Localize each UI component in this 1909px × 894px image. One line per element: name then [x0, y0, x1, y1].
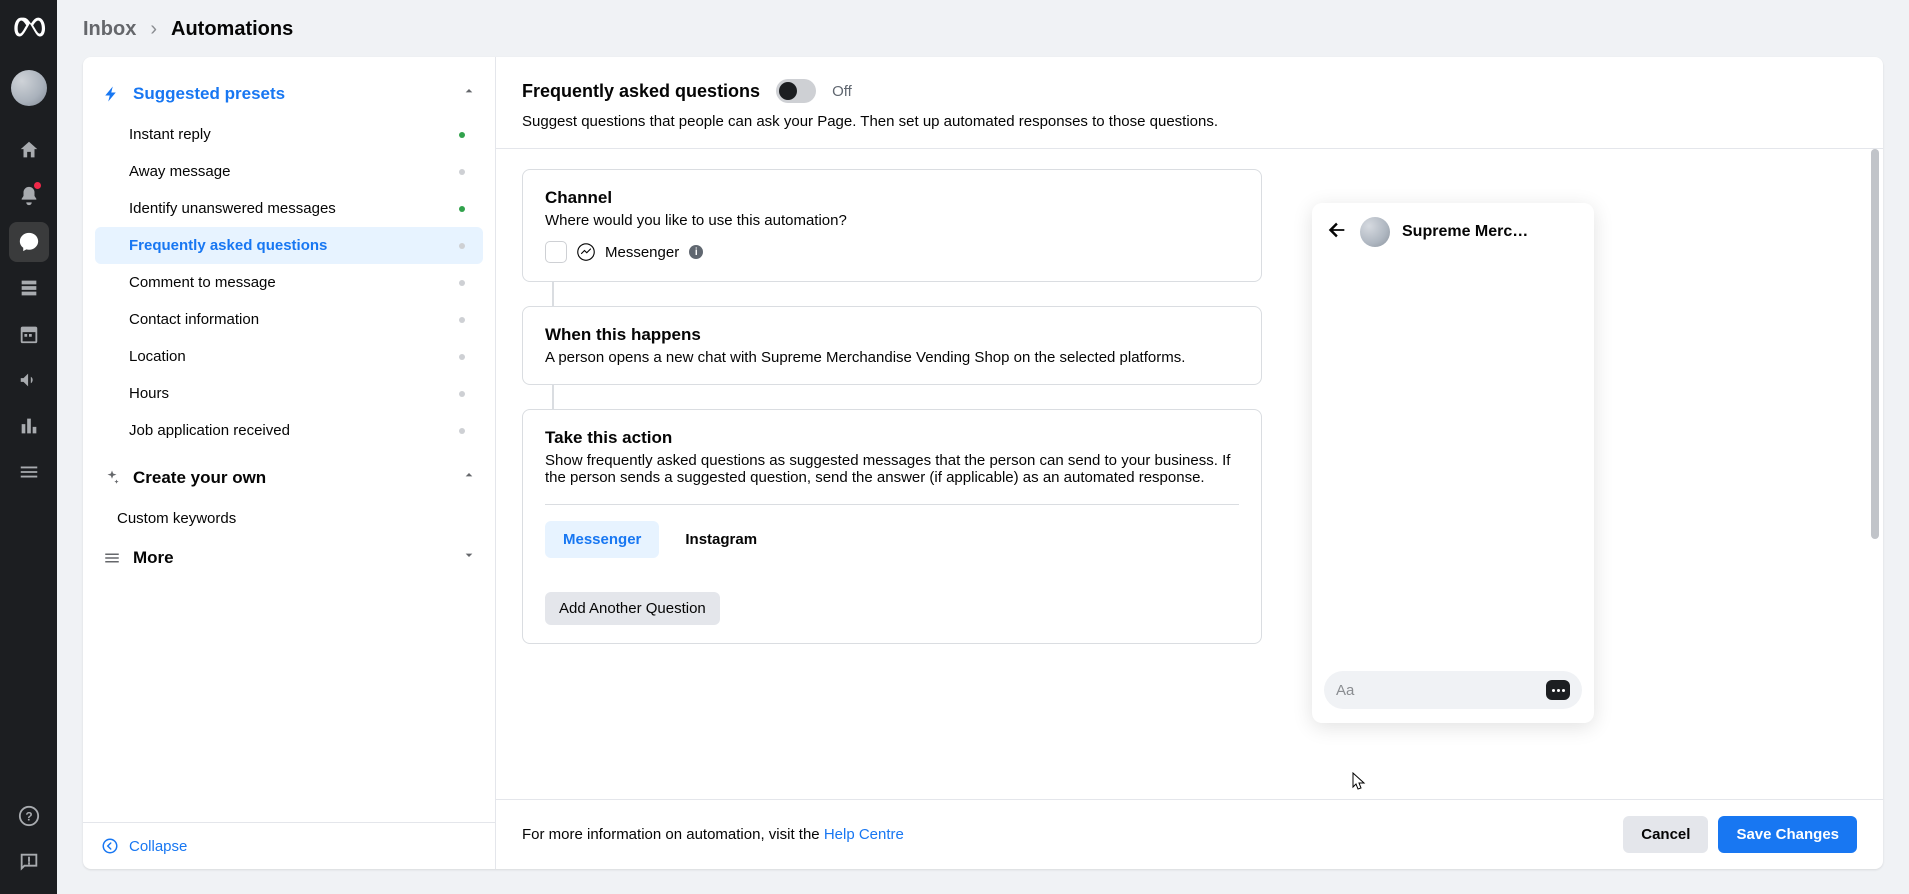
status-dot	[459, 354, 465, 360]
status-dot	[459, 428, 465, 434]
section-title: Suggested presets	[133, 84, 461, 104]
status-dot	[459, 391, 465, 397]
section-title: More	[133, 548, 461, 568]
nav-posts[interactable]	[9, 268, 49, 308]
nav-feedback[interactable]	[9, 842, 49, 882]
status-dot	[459, 317, 465, 323]
when-title: When this happens	[545, 325, 1239, 345]
connector-line	[552, 385, 554, 409]
connector-line	[552, 282, 554, 306]
footer-text: For more information on automation, visi…	[522, 826, 904, 843]
list-icon	[101, 549, 123, 567]
section-suggested-presets[interactable]: Suggested presets	[83, 73, 495, 116]
preset-job-application[interactable]: Job application received	[95, 412, 483, 449]
page-subtitle: Suggest questions that people can ask yo…	[522, 113, 1857, 130]
preset-location[interactable]: Location	[95, 338, 483, 375]
main-panel: Frequently asked questions Off Suggest q…	[496, 57, 1883, 869]
divider	[545, 504, 1239, 505]
action-title: Take this action	[545, 428, 1239, 448]
messenger-icon	[577, 243, 595, 261]
section-create-your-own[interactable]: Create your own	[83, 457, 495, 500]
messenger-checkbox[interactable]	[545, 241, 567, 263]
preset-faq[interactable]: Frequently asked questions	[95, 227, 483, 264]
preset-unanswered[interactable]: Identify unanswered messages	[95, 190, 483, 227]
lightning-icon	[101, 85, 123, 103]
profile-avatar[interactable]	[11, 70, 47, 106]
nav-notifications[interactable]	[9, 176, 49, 216]
section-title: Create your own	[133, 468, 461, 488]
tab-messenger[interactable]: Messenger	[545, 521, 659, 558]
nav-ads[interactable]	[9, 360, 49, 400]
sparkle-icon	[101, 469, 123, 487]
chevron-right-icon: ›	[150, 18, 157, 41]
when-subtitle: A person opens a new chat with Supreme M…	[545, 349, 1239, 366]
content-area: Inbox › Automations Suggested presets	[57, 0, 1909, 894]
status-dot	[459, 132, 465, 138]
back-icon[interactable]	[1326, 219, 1348, 246]
channel-title: Channel	[545, 188, 1239, 208]
preview-name: Supreme Merc…	[1402, 223, 1580, 241]
nav-rail: ?	[0, 0, 57, 894]
help-centre-link[interactable]: Help Centre	[824, 826, 904, 843]
nav-menu[interactable]	[9, 452, 49, 492]
status-dot	[459, 206, 465, 212]
breadcrumb: Inbox › Automations	[57, 0, 1909, 57]
item-custom-keywords[interactable]: Custom keywords	[83, 500, 495, 537]
status-dot	[459, 280, 465, 286]
automation-card: Suggested presets Instant reply Away mes…	[83, 57, 1883, 869]
nav-home[interactable]	[9, 130, 49, 170]
info-icon[interactable]: i	[689, 245, 703, 259]
main-header: Frequently asked questions Off Suggest q…	[496, 57, 1883, 149]
nav-calendar[interactable]	[9, 314, 49, 354]
scrollbar[interactable]	[1871, 149, 1881, 799]
phone-preview: Supreme Merc… Aa	[1312, 203, 1594, 723]
action-box: Take this action Show frequently asked q…	[522, 409, 1262, 644]
collapse-button[interactable]: Collapse	[83, 822, 495, 869]
preview-input[interactable]: Aa	[1324, 671, 1582, 709]
svg-text:?: ?	[25, 810, 32, 824]
footer: For more information on automation, visi…	[496, 799, 1883, 869]
channel-subtitle: Where would you like to use this automat…	[545, 212, 1239, 229]
cancel-button[interactable]: Cancel	[1623, 816, 1708, 853]
preview-body	[1312, 259, 1594, 663]
breadcrumb-current: Automations	[171, 18, 293, 41]
collapse-icon	[101, 837, 119, 855]
status-dot	[459, 169, 465, 175]
chevron-up-icon	[461, 467, 477, 488]
chevron-down-icon	[461, 547, 477, 568]
collapse-label: Collapse	[129, 838, 187, 855]
preset-list: Instant reply Away message Identify unan…	[83, 116, 495, 457]
preset-instant-reply[interactable]: Instant reply	[95, 116, 483, 153]
when-box: When this happens A person opens a new c…	[522, 306, 1262, 385]
channel-option-label: Messenger	[605, 244, 679, 261]
notification-dot	[34, 182, 41, 189]
enable-toggle[interactable]	[776, 79, 816, 103]
preview-avatar	[1360, 217, 1390, 247]
preset-contact-info[interactable]: Contact information	[95, 301, 483, 338]
nav-insights[interactable]	[9, 406, 49, 446]
tab-instagram[interactable]: Instagram	[667, 521, 775, 558]
config-column: Channel Where would you like to use this…	[522, 169, 1262, 799]
add-question-button[interactable]: Add Another Question	[545, 592, 720, 625]
chevron-up-icon	[461, 83, 477, 104]
meta-logo[interactable]	[11, 10, 47, 46]
preset-hours[interactable]: Hours	[95, 375, 483, 412]
breadcrumb-root[interactable]: Inbox	[83, 18, 136, 41]
nav-help[interactable]: ?	[9, 796, 49, 836]
toggle-state-label: Off	[832, 83, 852, 100]
preview-column: Supreme Merc… Aa	[1312, 203, 1594, 799]
page-title: Frequently asked questions	[522, 81, 760, 102]
channel-box: Channel Where would you like to use this…	[522, 169, 1262, 282]
section-more[interactable]: More	[83, 537, 495, 580]
action-subtitle: Show frequently asked questions as sugge…	[545, 452, 1239, 486]
preset-away-message[interactable]: Away message	[95, 153, 483, 190]
save-button[interactable]: Save Changes	[1718, 816, 1857, 853]
action-tabs: Messenger Instagram	[545, 521, 1239, 558]
sidebar-panel: Suggested presets Instant reply Away mes…	[83, 57, 496, 869]
status-dot	[459, 243, 465, 249]
input-placeholder: Aa	[1336, 682, 1536, 699]
nav-inbox[interactable]	[9, 222, 49, 262]
preset-comment-to-message[interactable]: Comment to message	[95, 264, 483, 301]
send-icon[interactable]	[1546, 680, 1570, 700]
